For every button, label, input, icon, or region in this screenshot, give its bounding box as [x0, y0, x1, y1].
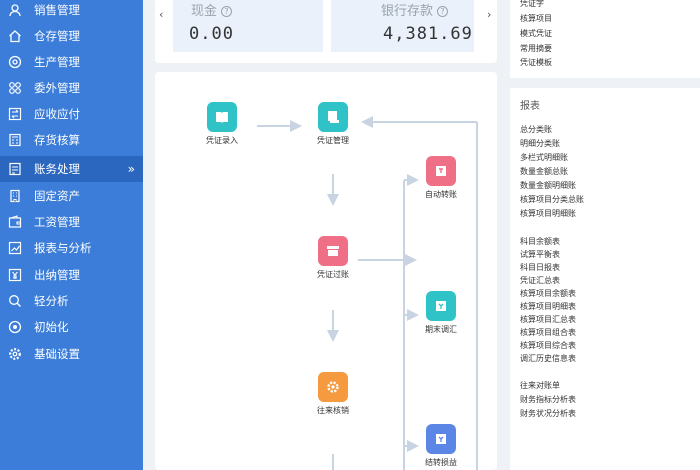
- link-template-voucher[interactable]: 模式凭证: [520, 28, 552, 39]
- flow-node-voucher-entry[interactable]: 凭证录入: [182, 102, 262, 146]
- report-link[interactable]: 核算项目明细账: [520, 208, 576, 219]
- period-end-exchange-icon: [426, 291, 456, 321]
- sidebar-item-label: 轻分析: [34, 294, 69, 308]
- sidebar-item-cost-accounting[interactable]: 存货核算: [0, 127, 143, 153]
- report-link[interactable]: 总分类账: [520, 124, 552, 135]
- yen-icon: [8, 268, 22, 282]
- auto-transfer-icon: [426, 156, 456, 186]
- sidebar-item-inventory[interactable]: 仓存管理: [0, 23, 143, 49]
- sidebar-item-label: 账务处理: [34, 162, 80, 176]
- wallet-icon: [8, 215, 22, 229]
- sidebar-item-reports-analysis[interactable]: 报表与分析: [0, 235, 143, 261]
- accounting-flow-panel: 凭证录入 凭证管理 凭证过账 自动转账 期末调汇 往来核销 结转损益: [155, 72, 497, 470]
- flow-node-writeoff[interactable]: 往来核销: [293, 372, 373, 416]
- target-icon: [8, 320, 22, 334]
- reports-panel: 报表 总分类账 明细分类账 多栏式明细账 数量金额总账 数量金额明细账 核算项目…: [510, 88, 700, 470]
- grid-icon: [8, 81, 22, 95]
- voucher-entry-icon: [207, 102, 237, 132]
- report-link[interactable]: 财务指标分析表: [520, 394, 576, 405]
- report-link[interactable]: 核算项目明细表: [520, 301, 576, 312]
- bank-label: 银行存款?: [381, 0, 449, 19]
- chart-icon: [8, 241, 22, 255]
- flow-node-period-end-exchange[interactable]: 期末调汇: [401, 291, 481, 335]
- report-link[interactable]: 核算项目综合表: [520, 340, 576, 351]
- sidebar-item-basic-settings[interactable]: 基础设置: [0, 341, 143, 367]
- bank-value: 4,381.69: [383, 24, 473, 44]
- sidebar-item-label: 初始化: [34, 320, 69, 334]
- sidebar-item-payroll[interactable]: 工资管理: [0, 209, 143, 235]
- report-link[interactable]: 多栏式明细账: [520, 152, 568, 163]
- gear-icon: [8, 55, 22, 69]
- link-voucher-word[interactable]: 凭证字: [520, 0, 544, 9]
- exchange-icon: [8, 107, 22, 121]
- link-accounting-item[interactable]: 核算项目: [520, 13, 552, 24]
- home-icon: [8, 29, 22, 43]
- cash-value: 0.00: [189, 24, 234, 44]
- sidebar-item-label: 基础设置: [34, 347, 80, 361]
- cash-label: 现金?: [191, 0, 233, 19]
- building-icon: [8, 189, 22, 203]
- flow-node-voucher-posting[interactable]: 凭证过账: [293, 236, 373, 280]
- sidebar-item-label: 固定资产: [34, 189, 80, 203]
- bank-card[interactable]: 银行存款? 4,381.69: [331, 0, 474, 52]
- report-link[interactable]: 调汇历史信息表: [520, 353, 576, 364]
- help-icon[interactable]: ?: [437, 6, 449, 17]
- sidebar-item-label: 应收应付: [34, 107, 80, 121]
- sidebar-item-accounting[interactable]: 账务处理 »: [0, 156, 143, 182]
- divider: [503, 0, 510, 470]
- link-common-summary[interactable]: 常用摘要: [520, 43, 552, 54]
- flow-node-profit-loss[interactable]: 结转损益: [401, 424, 481, 468]
- sidebar-item-label: 生产管理: [34, 55, 80, 69]
- link-voucher-template[interactable]: 凭证模板: [520, 57, 552, 68]
- writeoff-gear-icon: [318, 372, 348, 402]
- settings-icon: [8, 347, 22, 361]
- report-link[interactable]: 核算项目分类总账: [520, 194, 584, 205]
- prev-arrow-icon[interactable]: ‹: [159, 8, 163, 21]
- report-link[interactable]: 核算项目余额表: [520, 288, 576, 299]
- sidebar-item-fixed-assets[interactable]: 固定资产: [0, 183, 143, 209]
- sidebar-item-sales[interactable]: 销售管理: [0, 0, 143, 23]
- report-link[interactable]: 数量金额明细账: [520, 180, 576, 191]
- report-link[interactable]: 核算项目汇总表: [520, 314, 576, 325]
- next-arrow-icon[interactable]: ›: [487, 8, 491, 21]
- summary-panel: ‹ 现金? 0.00 银行存款? 4,381.69 ›: [155, 0, 497, 63]
- report-link[interactable]: 科目日报表: [520, 262, 560, 273]
- user-icon: [8, 3, 22, 17]
- sidebar-item-label: 委外管理: [34, 81, 80, 95]
- flow-node-voucher-management[interactable]: 凭证管理: [293, 102, 373, 146]
- sidebar-item-initialization[interactable]: 初始化: [0, 314, 143, 340]
- sidebar: 销售管理 仓存管理 生产管理 委外管理 应收应付 存货核算 账务处理 » 固定资…: [0, 0, 143, 470]
- report-link[interactable]: 明细分类账: [520, 138, 560, 149]
- report-link[interactable]: 财务状况分析表: [520, 408, 576, 419]
- reports-title: 报表: [520, 101, 540, 112]
- help-icon[interactable]: ?: [221, 6, 233, 17]
- report-link[interactable]: 凭证汇总表: [520, 275, 560, 286]
- voucher-posting-icon: [318, 236, 348, 266]
- report-link[interactable]: 核算项目组合表: [520, 327, 576, 338]
- sidebar-item-label: 工资管理: [34, 215, 80, 229]
- sidebar-item-label: 仓存管理: [34, 29, 80, 43]
- sidebar-item-outsourcing[interactable]: 委外管理: [0, 75, 143, 101]
- profit-loss-icon: [426, 424, 456, 454]
- voucher-management-icon: [318, 102, 348, 132]
- magnifier-icon: [8, 294, 22, 308]
- sidebar-item-light-analysis[interactable]: 轻分析: [0, 288, 143, 314]
- quick-links-panel: 凭证字 核算项目 模式凭证 常用摘要 凭证模板: [510, 0, 700, 78]
- flow-node-auto-transfer[interactable]: 自动转账: [401, 156, 481, 200]
- ledger-icon: [8, 162, 22, 176]
- cash-card[interactable]: 现金? 0.00: [173, 0, 323, 52]
- expand-arrow-icon[interactable]: »: [128, 162, 135, 176]
- sidebar-item-label: 出纳管理: [34, 268, 80, 282]
- report-link[interactable]: 往来对账单: [520, 380, 560, 391]
- sidebar-item-cashier[interactable]: 出纳管理: [0, 262, 143, 288]
- sidebar-item-receivable-payable[interactable]: 应收应付: [0, 101, 143, 127]
- sidebar-item-label: 存货核算: [34, 133, 80, 147]
- report-link[interactable]: 科目余额表: [520, 236, 560, 247]
- report-link[interactable]: 数量金额总账: [520, 166, 568, 177]
- report-link[interactable]: 试算平衡表: [520, 249, 560, 260]
- calculator-icon: [8, 133, 22, 147]
- sidebar-item-label: 报表与分析: [34, 241, 92, 255]
- sidebar-item-label: 销售管理: [34, 3, 80, 17]
- sidebar-item-production[interactable]: 生产管理: [0, 49, 143, 75]
